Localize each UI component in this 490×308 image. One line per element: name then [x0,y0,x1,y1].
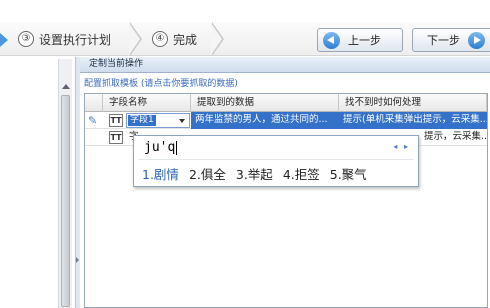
wizard-steps-bar: ③ 设置执行计划 ④ 完成 上一步 下一步 [0,22,490,56]
step-number: ③ [18,31,34,47]
extraction-field-grid: 字段名称 提取到的数据 找不到时如何处理 ✎ TT 字段1 两年监禁的男人，通过… [84,93,488,308]
extracted-data-cell[interactable]: 两年监禁的男人，通过共同的... [191,112,339,129]
ime-candidate[interactable]: 1.剧情 [142,164,179,183]
step-label: 完成 [173,32,198,47]
column-header-field-name[interactable]: 字段名称 [103,94,191,112]
text-type-icon: TT [109,114,123,127]
ime-candidate[interactable]: 5.聚气 [330,164,367,183]
step-chevron-icon [211,22,230,56]
pencil-edit-icon: ✎ [88,114,98,127]
ime-candidate[interactable]: 4.拒签 [283,164,320,183]
prev-step-button[interactable]: 上一步 [317,28,403,52]
ime-candidate[interactable]: 2.俱全 [189,164,226,183]
field-name-input[interactable]: 字段1 [126,113,190,128]
ime-candidate-list: 1.剧情 2.俱全 3.举起 4.拒签 5.聚气 [142,164,367,183]
column-header-missing-handling[interactable]: 找不到时如何处理 [339,94,487,112]
ime-divider [138,159,414,160]
dropdown-arrow-icon[interactable] [179,119,185,123]
scroll-up-icon[interactable] [62,84,70,89]
next-step-label: 下一步 [427,34,460,47]
scrollbar-thumb[interactable] [61,95,70,307]
missing-handling-cell[interactable]: 提示(单机采集弹出提示，云采集... [339,112,487,129]
text-type-icon: TT [109,131,123,144]
step-schedule: ③ 设置执行计划 [18,30,111,48]
grid-header: 字段名称 提取到的数据 找不到时如何处理 [85,94,487,112]
ime-composition-value: ju'q [144,140,176,155]
step-chevron-icon [129,22,148,56]
column-header-extracted-data[interactable]: 提取到的数据 [191,94,339,112]
step-arrow-icon [0,33,8,47]
field-name-value: 字段1 [128,115,156,126]
config-template-hint: 配置抓取模板 (请点击你要抓取的数据) [84,79,238,89]
table-row[interactable]: ✎ TT 字段1 两年监禁的男人，通过共同的... 提示(单机采集弹出提示，云采… [85,112,487,129]
step-finish: ④ 完成 [152,30,197,48]
ime-page-arrows-icon[interactable]: ◂ ▸ [393,142,410,151]
ime-candidate-window[interactable]: ju'q ◂ ▸ 1.剧情 2.俱全 3.举起 4.拒签 5.聚气 [133,135,419,187]
next-step-button[interactable]: 下一步 [412,28,490,52]
grid-corner [85,94,103,112]
arrow-left-icon [323,31,340,49]
text-caret [176,140,178,155]
prev-step-label: 上一步 [348,34,381,47]
step-label: 设置执行计划 [39,32,112,47]
panel-title: 定制当前操作 [80,57,490,73]
arrow-right-icon [468,31,485,49]
collapse-arrow-icon[interactable] [76,257,79,263]
ime-composition-text: ju'q [144,140,178,155]
left-pane-scrollbar[interactable] [58,59,72,308]
step-number: ④ [152,31,168,47]
ime-candidate[interactable]: 3.举起 [236,164,273,183]
